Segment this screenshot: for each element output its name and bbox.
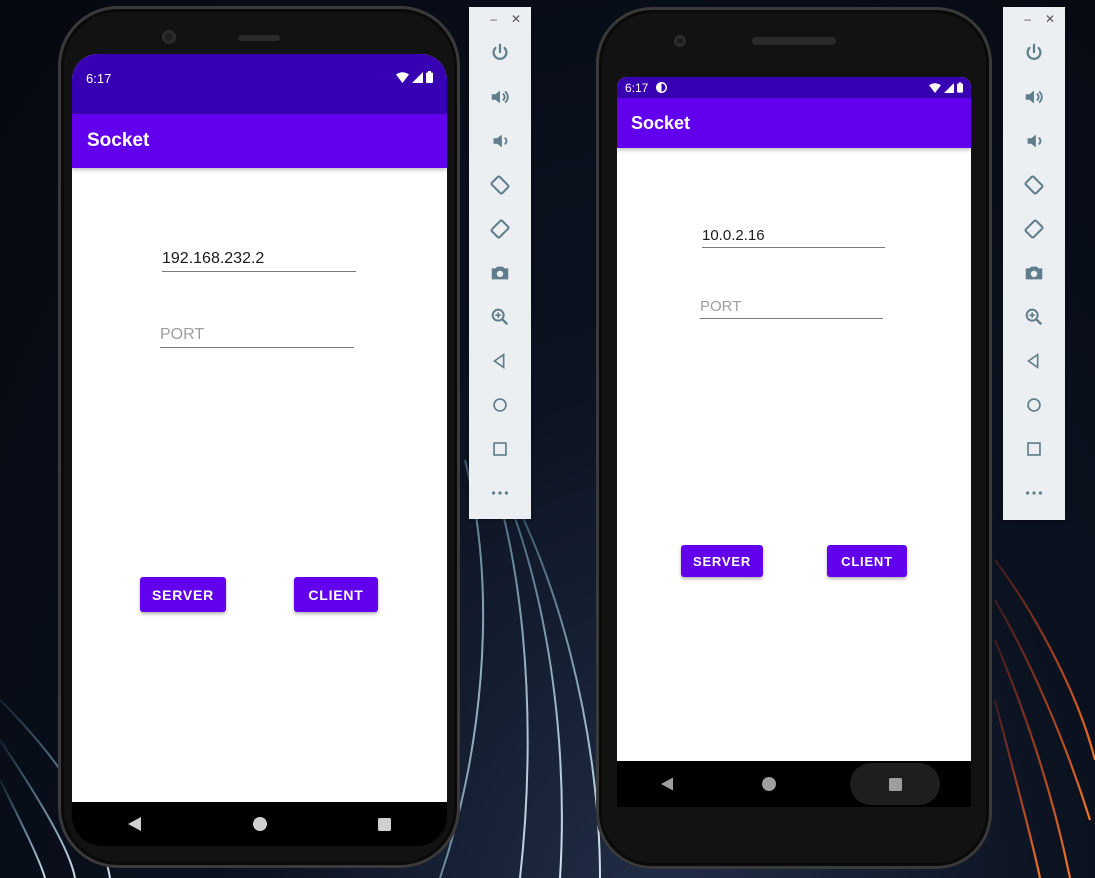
zoom-button[interactable] bbox=[1003, 295, 1065, 339]
app-title: Socket bbox=[87, 130, 150, 151]
overview-icon bbox=[493, 442, 507, 456]
power-icon bbox=[1026, 43, 1042, 60]
rotate-left-button[interactable] bbox=[469, 163, 531, 207]
overview-icon bbox=[1027, 442, 1041, 456]
screen: 6:17 Socket 192.168.232.2 PORT SERVER CL… bbox=[72, 54, 447, 802]
home-button[interactable] bbox=[469, 383, 531, 427]
close-button[interactable]: ✕ bbox=[1045, 12, 1055, 26]
volume-down-icon bbox=[1027, 134, 1042, 148]
rotate-left-icon bbox=[1024, 175, 1044, 195]
rotate-right-button[interactable] bbox=[469, 207, 531, 251]
emulator-phone-2: 6:17 Socket 10.0.2.16 PORT SERVER CLIENT bbox=[596, 7, 992, 869]
zoom-icon bbox=[1025, 308, 1043, 326]
front-camera bbox=[162, 30, 176, 44]
overview-square-icon bbox=[888, 777, 902, 791]
minimize-button[interactable]: – bbox=[1024, 12, 1031, 26]
earpiece-speaker bbox=[752, 37, 836, 45]
home-button[interactable] bbox=[1003, 383, 1065, 427]
status-bar: 6:17 bbox=[617, 77, 971, 98]
volume-up-icon bbox=[1025, 90, 1043, 104]
close-button[interactable]: ✕ bbox=[511, 12, 521, 26]
emulator-toolbar-1: – ✕ bbox=[469, 7, 531, 519]
back-triangle-icon bbox=[127, 817, 141, 831]
nav-home-button[interactable] bbox=[749, 764, 789, 804]
rotate-right-icon bbox=[490, 219, 510, 239]
ip-address-field[interactable]: 192.168.232.2 bbox=[162, 250, 356, 272]
overview-square-icon bbox=[378, 817, 391, 831]
app-bar: Socket bbox=[617, 98, 971, 148]
notification-icon bbox=[656, 82, 668, 93]
volume-down-button[interactable] bbox=[1003, 119, 1065, 163]
volume-up-button[interactable] bbox=[1003, 75, 1065, 119]
status-time: 6:17 bbox=[86, 71, 112, 86]
wifi-icon bbox=[396, 71, 409, 83]
rotate-right-button[interactable] bbox=[1003, 207, 1065, 251]
power-icon bbox=[492, 43, 508, 60]
volume-down-button[interactable] bbox=[469, 119, 531, 163]
rotate-right-icon bbox=[1024, 219, 1044, 239]
back-button[interactable] bbox=[1003, 339, 1065, 383]
overview-button[interactable] bbox=[469, 427, 531, 471]
emulator-phone-1: 6:17 Socket 192.168.232.2 PORT SERVER CL… bbox=[58, 6, 460, 868]
rotate-left-icon bbox=[490, 175, 510, 195]
screenshot-button[interactable] bbox=[469, 251, 531, 295]
ip-address-field[interactable]: 10.0.2.16 bbox=[702, 227, 885, 248]
status-bar: 6:17 bbox=[72, 54, 447, 114]
server-button[interactable]: SERVER bbox=[681, 545, 763, 577]
port-field[interactable]: PORT bbox=[700, 298, 883, 319]
home-circle-icon bbox=[761, 777, 776, 791]
rotate-left-button[interactable] bbox=[1003, 163, 1065, 207]
minimize-button[interactable]: – bbox=[490, 12, 497, 26]
port-field[interactable]: PORT bbox=[160, 326, 354, 348]
status-icons bbox=[929, 82, 963, 93]
back-triangle-icon bbox=[661, 777, 674, 791]
window-controls: – ✕ bbox=[469, 7, 531, 31]
back-button[interactable] bbox=[469, 339, 531, 383]
back-icon bbox=[493, 352, 505, 370]
nav-back-button[interactable] bbox=[648, 764, 688, 804]
home-icon bbox=[493, 398, 507, 412]
overview-button[interactable] bbox=[1003, 427, 1065, 471]
earpiece-speaker bbox=[238, 35, 280, 41]
status-time: 6:17 bbox=[625, 80, 649, 95]
nav-home-button[interactable] bbox=[240, 804, 280, 844]
zoom-icon bbox=[491, 308, 509, 326]
screen: 6:17 Socket 10.0.2.16 PORT SERVER CLIENT bbox=[617, 77, 971, 761]
status-icons bbox=[396, 71, 433, 83]
home-circle-icon bbox=[252, 817, 267, 831]
more-icon bbox=[491, 491, 509, 495]
volume-up-icon bbox=[491, 90, 509, 104]
server-button[interactable]: SERVER bbox=[140, 577, 226, 612]
nav-back-button[interactable] bbox=[115, 804, 155, 844]
nav-overview-button[interactable] bbox=[365, 804, 405, 844]
nav-overview-button[interactable] bbox=[850, 763, 941, 805]
more-button[interactable] bbox=[1003, 471, 1065, 515]
more-icon bbox=[1025, 491, 1043, 495]
signal-icon bbox=[412, 71, 423, 83]
emulator-toolbar-2: – ✕ bbox=[1003, 7, 1065, 520]
battery-icon bbox=[957, 82, 963, 93]
power-button[interactable] bbox=[1003, 31, 1065, 75]
volume-up-button[interactable] bbox=[469, 75, 531, 119]
window-controls: – ✕ bbox=[1003, 7, 1065, 31]
navigation-bar bbox=[72, 802, 447, 846]
volume-down-icon bbox=[493, 134, 508, 148]
power-button[interactable] bbox=[469, 31, 531, 75]
home-icon bbox=[1027, 398, 1041, 412]
wifi-icon bbox=[929, 82, 941, 93]
zoom-button[interactable] bbox=[469, 295, 531, 339]
app-title: Socket bbox=[631, 112, 691, 133]
screenshot-button[interactable] bbox=[1003, 251, 1065, 295]
camera-icon bbox=[1025, 266, 1043, 280]
camera-icon bbox=[491, 266, 509, 280]
back-icon bbox=[1027, 352, 1039, 370]
more-button[interactable] bbox=[469, 471, 531, 515]
app-bar: Socket bbox=[72, 114, 447, 168]
client-button[interactable]: CLIENT bbox=[827, 545, 907, 577]
client-button[interactable]: CLIENT bbox=[294, 577, 378, 612]
signal-icon bbox=[944, 82, 954, 93]
navigation-bar bbox=[617, 761, 971, 807]
front-camera bbox=[674, 35, 686, 47]
battery-icon bbox=[426, 71, 433, 83]
